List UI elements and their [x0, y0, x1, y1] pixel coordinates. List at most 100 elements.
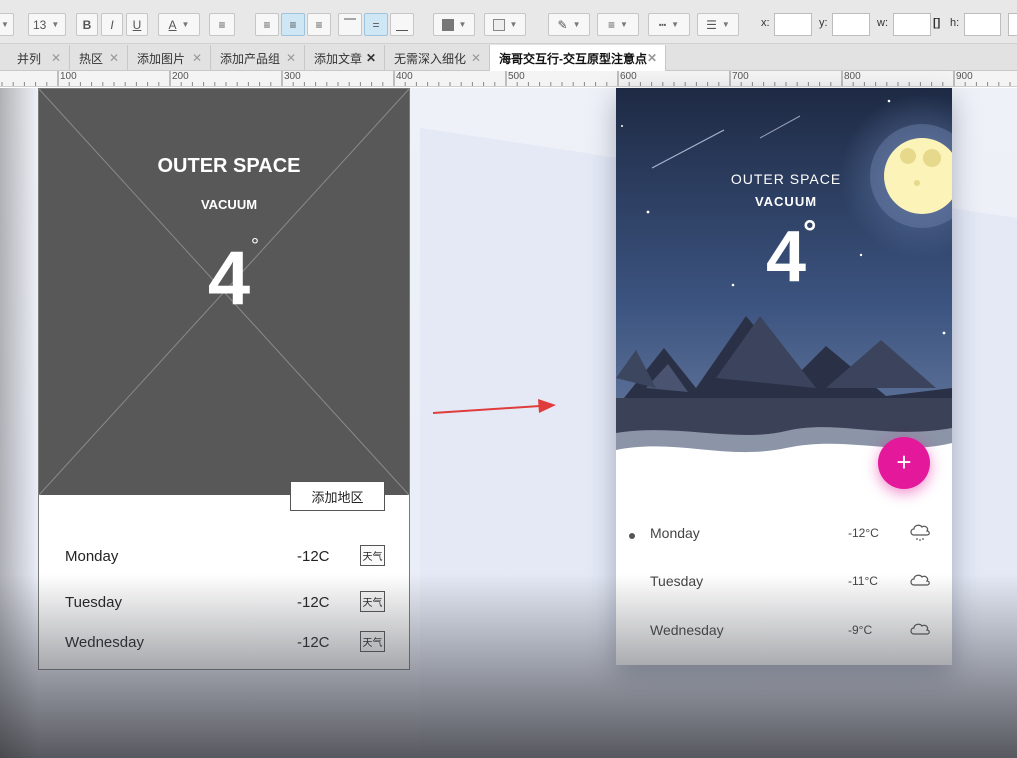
wire-temp: -12C	[297, 594, 330, 611]
line-weight-button[interactable]: ≡ ▼	[597, 13, 639, 36]
forecast-row[interactable]: Monday -12°C	[616, 524, 952, 549]
cloud-icon	[910, 623, 930, 635]
red-arrow-icon	[432, 399, 556, 414]
bold-label: B	[82, 17, 92, 32]
tab-label: 并列	[17, 51, 42, 66]
tab-add-product-group[interactable]: 添加产品组 ✕	[211, 45, 305, 71]
image-placeholder[interactable]: OUTER SPACE VACUUM 4 °	[39, 89, 409, 495]
align-left-icon[interactable]: ≡	[255, 13, 279, 36]
close-icon[interactable]: ✕	[471, 51, 481, 65]
tab-binglie[interactable]: 并列 ✕	[8, 45, 70, 71]
forecast-temp: -9°C	[848, 623, 873, 637]
y-input[interactable]	[832, 13, 870, 36]
add-button[interactable]: +	[878, 437, 930, 489]
align-middle-icon[interactable]: =	[364, 13, 388, 36]
line-style-icon: ┅	[658, 17, 667, 32]
mock-title: OUTER SPACE	[730, 171, 842, 187]
align-bottom-icon[interactable]: ⎽	[390, 13, 414, 36]
forecast-temp: -12°C	[848, 526, 879, 540]
checkbox[interactable]	[1008, 13, 1017, 36]
line-weight-icon: ≡	[608, 17, 616, 32]
pen-icon: ✎	[557, 17, 568, 32]
align-right-icon[interactable]: ≡	[307, 13, 331, 36]
w-input[interactable]	[893, 13, 931, 36]
wire-temp: -12C	[297, 548, 330, 565]
weather-icon: 天气	[360, 591, 385, 612]
ruler-label: 100	[60, 71, 77, 82]
horizontal-ruler: 100 200 300 400 500 600 700 800 900	[0, 71, 1017, 87]
wire-temperature: 4	[207, 236, 251, 321]
bold-button[interactable]: B	[76, 13, 98, 36]
wireframe-phone[interactable]: OUTER SPACE VACUUM 4 ° 添加地区 Monday -12C …	[38, 88, 410, 670]
close-icon[interactable]: ✕	[109, 51, 119, 65]
close-icon[interactable]: ✕	[366, 51, 376, 65]
weather-icon: 天气	[360, 631, 385, 652]
x-label: x:	[761, 17, 770, 29]
wire-temp: -12C	[297, 634, 330, 651]
list-icon[interactable]: ≡	[209, 13, 235, 36]
weather-icon: 天气	[360, 545, 385, 566]
ruler-label: 500	[508, 71, 525, 82]
tab-label: 无需深入细化	[394, 51, 467, 66]
mock-subtitle: VACUUM	[754, 194, 818, 209]
h-input[interactable]	[964, 13, 1001, 36]
snow-cloud-icon	[910, 524, 930, 541]
tab-label: 热区	[79, 51, 104, 66]
wire-list-item[interactable]: Tuesday -12C 天气	[65, 591, 385, 616]
wire-degree: °	[251, 235, 259, 257]
wire-day: Monday	[65, 548, 119, 565]
lock-ratio-icon[interactable]: []	[933, 17, 940, 29]
forecast-row[interactable]: Tuesday -11°C	[616, 573, 952, 597]
line-color-button[interactable]: ✎ ▼	[548, 13, 590, 36]
tab-prototype-notes[interactable]: 海哥交互行-交互原型注意点 ✕	[490, 45, 666, 71]
cloud-icon	[910, 574, 930, 586]
selected-dot-icon	[629, 533, 635, 539]
tab-label: 添加图片	[137, 51, 186, 66]
x-input[interactable]	[774, 13, 812, 36]
forecast-temp: -11°C	[848, 574, 878, 588]
underline-button[interactable]: U	[126, 13, 148, 36]
tab-label: 海哥交互行-交互原型注意点	[499, 51, 647, 66]
underline-label: U	[132, 17, 142, 32]
align-center-icon[interactable]: ≡	[281, 13, 305, 36]
forecast-day: Monday	[650, 525, 700, 541]
ruler-label: 900	[956, 71, 973, 82]
y-label: y:	[819, 17, 828, 29]
forecast-row[interactable]: Wednesday -9°C	[616, 622, 952, 646]
font-size-select[interactable]: 13 ▼	[28, 13, 66, 36]
wire-day: Tuesday	[65, 594, 122, 611]
line-style-button[interactable]: ┅ ▼	[648, 13, 690, 36]
arrow-style-button[interactable]: ☰ ▼	[697, 13, 739, 36]
ruler-label: 300	[284, 71, 301, 82]
close-icon[interactable]: ✕	[51, 51, 61, 65]
forecast-day: Wednesday	[650, 622, 724, 638]
align-top-icon[interactable]: ⎺	[338, 13, 362, 36]
font-color-button[interactable]: A ▼	[158, 13, 200, 36]
fill-swatch-icon	[441, 18, 454, 31]
tab-label: 添加文章	[314, 51, 363, 66]
close-icon[interactable]: ✕	[192, 51, 202, 65]
italic-button[interactable]: I	[101, 13, 123, 36]
wire-subtitle: VACUUM	[200, 197, 258, 212]
close-icon[interactable]: ✕	[286, 51, 296, 65]
toolbar: ▼ 13 ▼ B I U A ▼ ≡ ≡ ≡ ≡ ⎺ = ⎽ ▼ ▼ ✎ ▼ ≡ ▼ ┅…	[0, 0, 1017, 44]
wire-day: Wednesday	[65, 634, 144, 651]
tab-reqy[interactable]: 热区 ✕	[70, 45, 128, 71]
tab-no-detail[interactable]: 无需深入细化 ✕	[385, 45, 490, 71]
ruler-label: 800	[844, 71, 861, 82]
mock-degree: °	[803, 214, 817, 252]
tab-add-article[interactable]: 添加文章 ✕	[305, 45, 385, 71]
ruler-label: 400	[396, 71, 413, 82]
wire-list-item[interactable]: Wednesday -12C 天气	[65, 631, 385, 656]
tab-add-image[interactable]: 添加图片 ✕	[128, 45, 211, 71]
wire-list-item[interactable]: Monday -12C 天气	[65, 545, 385, 570]
fill-color-button[interactable]: ▼	[433, 13, 475, 36]
add-region-hotspot[interactable]: 添加地区	[290, 481, 385, 511]
w-label: w:	[877, 17, 888, 29]
chevron-down-icon[interactable]: ▼	[0, 13, 14, 36]
font-size-value: 13	[33, 17, 47, 32]
h-label: h:	[950, 17, 960, 29]
close-icon[interactable]: ✕	[647, 51, 657, 65]
weather-app-mockup[interactable]: OUTER SPACE VACUUM 4 ° + Monday -12°C Tu…	[616, 88, 952, 665]
shadow-button[interactable]: ▼	[484, 13, 526, 36]
